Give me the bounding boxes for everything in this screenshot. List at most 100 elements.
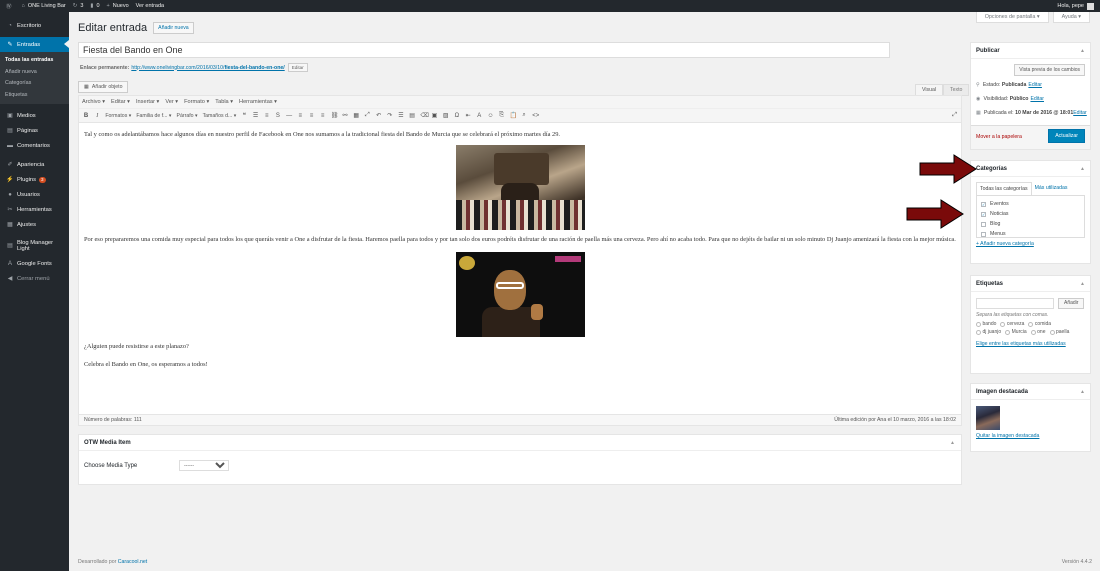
add-tag-button[interactable]: Añadir	[1058, 298, 1085, 309]
font-size-dropdown[interactable]: Tamaños d... ▾	[203, 113, 237, 119]
align-center-icon[interactable]: ≡	[308, 113, 314, 119]
paste-text-icon[interactable]: ▤	[409, 112, 415, 119]
toggle-icon[interactable]: ▲	[1080, 389, 1085, 395]
remove-featured-image-link[interactable]: Quitar la imagen destacada	[976, 433, 1085, 439]
checkbox-checked-icon[interactable]: ✓	[981, 211, 986, 217]
image-icon[interactable]: ▨	[443, 112, 449, 119]
sidebar-item-paginas[interactable]: ▤ Páginas	[0, 123, 69, 138]
sidebar-item-escritorio[interactable]: ◔ Escritorio	[0, 18, 69, 33]
menu-editar[interactable]: Editar ▾	[111, 99, 130, 105]
user-account[interactable]: Hola, pepe	[1057, 2, 1094, 10]
remove-tag-icon[interactable]	[976, 329, 981, 335]
edit-visibility-link[interactable]: Editar	[1030, 96, 1044, 102]
media-type-select[interactable]: ------	[179, 460, 229, 471]
tab-most-used[interactable]: Más utilizadas	[1032, 182, 1071, 195]
remove-tag-icon[interactable]	[1000, 321, 1006, 327]
preview-changes-button[interactable]: Vista previa de los cambios	[1014, 64, 1085, 76]
categories-header[interactable]: Categorías ▲	[971, 161, 1090, 177]
edit-date-link[interactable]: Editar	[1073, 110, 1087, 118]
remove-tag-icon[interactable]	[1028, 321, 1034, 327]
choose-tags-link[interactable]: Elige entre las etiquetas más utilizadas	[976, 341, 1085, 347]
sidebar-item-blog-manager[interactable]: ▤ Blog Manager Light	[0, 236, 69, 256]
submenu-tags[interactable]: Etiquetas	[0, 90, 69, 102]
table-icon[interactable]: ▦	[353, 112, 359, 119]
menu-archivo[interactable]: Archivo ▾	[82, 99, 105, 105]
blockquote-icon[interactable]: ❝	[241, 112, 247, 119]
text-color-icon[interactable]: A	[476, 113, 482, 119]
submenu-all-posts[interactable]: Todas las entradas	[0, 55, 69, 67]
toggle-icon[interactable]: ▲	[1080, 166, 1085, 172]
toggle-icon[interactable]: ▲	[1080, 48, 1085, 54]
update-button[interactable]: Actualizar	[1048, 129, 1085, 143]
category-item[interactable]: ✓ Noticias	[981, 209, 1080, 219]
sidebar-item-medios[interactable]: ▣ Medios	[0, 108, 69, 123]
site-name-link[interactable]: ⌂ ONE Living Bar	[22, 3, 66, 9]
menu-insertar[interactable]: Insertar ▾	[136, 99, 159, 105]
link-icon[interactable]: ⛓	[331, 112, 339, 119]
move-to-trash-link[interactable]: Mover a la papelera	[976, 134, 1022, 140]
strikethrough-icon[interactable]: S	[275, 113, 281, 119]
checkbox-checked-icon[interactable]: ✓	[981, 201, 986, 207]
emoticons-icon[interactable]: ☺	[487, 113, 493, 119]
toggle-icon[interactable]: ▲	[1080, 281, 1085, 287]
tag-input[interactable]	[976, 298, 1054, 309]
screen-options-button[interactable]: Opciones de pantalla ▾	[975, 12, 1049, 23]
permalink-link[interactable]: http://www.onelivingbar.com/2016/03/10/f…	[131, 65, 284, 71]
outdent-icon[interactable]: ⇤	[465, 112, 471, 119]
checkbox-icon[interactable]	[981, 221, 986, 227]
sidebar-item-google-fonts[interactable]: A Google Fonts	[0, 256, 69, 271]
tab-all-categories[interactable]: Todas las categorías	[976, 182, 1032, 195]
font-family-dropdown[interactable]: Familia de f... ▾	[136, 113, 171, 119]
add-category-link[interactable]: + Añadir nueva categoría	[976, 241, 1085, 247]
category-item[interactable]: Menus	[981, 229, 1080, 239]
toggle-icon[interactable]: ▲	[950, 440, 955, 446]
permalink-edit-button[interactable]: Editar	[287, 63, 308, 72]
special-char-icon[interactable]: Ω	[454, 113, 460, 119]
post-title-input[interactable]: Fiesta del Bando en One	[78, 42, 890, 58]
wordpress-logo[interactable]: Ⓦ	[6, 2, 15, 10]
view-post-link[interactable]: Ver entrada	[136, 3, 164, 9]
align-right-icon[interactable]: ≡	[320, 113, 326, 119]
media-icon[interactable]: ▣	[432, 112, 438, 119]
numbered-list-icon[interactable]: ≡	[264, 113, 270, 119]
remove-tag-icon[interactable]	[1030, 329, 1036, 335]
featured-image-thumbnail[interactable]	[976, 406, 1000, 430]
redo-icon[interactable]: ↷	[387, 112, 393, 119]
sidebar-item-apariencia[interactable]: ✐ Apariencia	[0, 157, 69, 172]
sidebar-item-usuarios[interactable]: ● Usuarios	[0, 187, 69, 202]
sidebar-item-entradas[interactable]: ✎ Entradas	[0, 37, 69, 52]
image-dj[interactable]	[84, 252, 956, 337]
formats-dropdown[interactable]: Formatos ▾	[105, 113, 131, 119]
menu-tabla[interactable]: Tabla ▾	[215, 99, 233, 105]
sidebar-item-comentarios[interactable]: ▬ Comentarios	[0, 138, 69, 153]
submenu-add-new[interactable]: Añadir nueva	[0, 67, 69, 79]
paragraph-dropdown[interactable]: Párrafo ▾	[177, 113, 198, 119]
menu-ver[interactable]: Ver ▾	[165, 99, 178, 105]
category-item[interactable]: Blog	[981, 219, 1080, 229]
checkbox-icon[interactable]	[981, 231, 986, 237]
paste-icon[interactable]: 📋	[510, 112, 517, 119]
copy-icon[interactable]: ⎘	[499, 112, 505, 119]
sidebar-item-plugins[interactable]: ⚡ Plugins 3	[0, 172, 69, 187]
submenu-categories[interactable]: Categorías	[0, 78, 69, 90]
publish-header[interactable]: Publicar ▲	[971, 43, 1090, 59]
fullscreen-icon[interactable]: ⤢	[364, 112, 370, 119]
comments-link[interactable]: ▮ 0	[90, 3, 99, 9]
editor-content[interactable]: Tal y como os adelantábamos hace algunos…	[79, 123, 961, 374]
remove-tag-icon[interactable]	[976, 321, 981, 327]
sidebar-item-collapse[interactable]: ◀ Cerrar menú	[0, 271, 69, 286]
edit-status-link[interactable]: Editar	[1028, 82, 1042, 88]
help-button[interactable]: Ayuda ▾	[1052, 12, 1090, 23]
remove-tag-icon[interactable]	[1049, 329, 1055, 335]
tags-header[interactable]: Etiquetas ▲	[971, 276, 1090, 292]
align-left-icon[interactable]: ≡	[297, 113, 303, 119]
category-item[interactable]: ✓ Eventos	[981, 199, 1080, 209]
remove-tag-icon[interactable]	[1005, 329, 1011, 335]
footer-credit-link[interactable]: Caracool.net	[118, 559, 147, 565]
bold-icon[interactable]: B	[83, 113, 89, 119]
add-new-button[interactable]: Añadir nueva	[153, 22, 194, 34]
search-replace-icon[interactable]: ⌕	[521, 112, 527, 119]
clear-format-icon[interactable]: ⌫	[420, 112, 428, 119]
menu-herramientas[interactable]: Herramientas ▾	[239, 99, 277, 105]
sidebar-item-herramientas[interactable]: ✂ Herramientas	[0, 202, 69, 217]
